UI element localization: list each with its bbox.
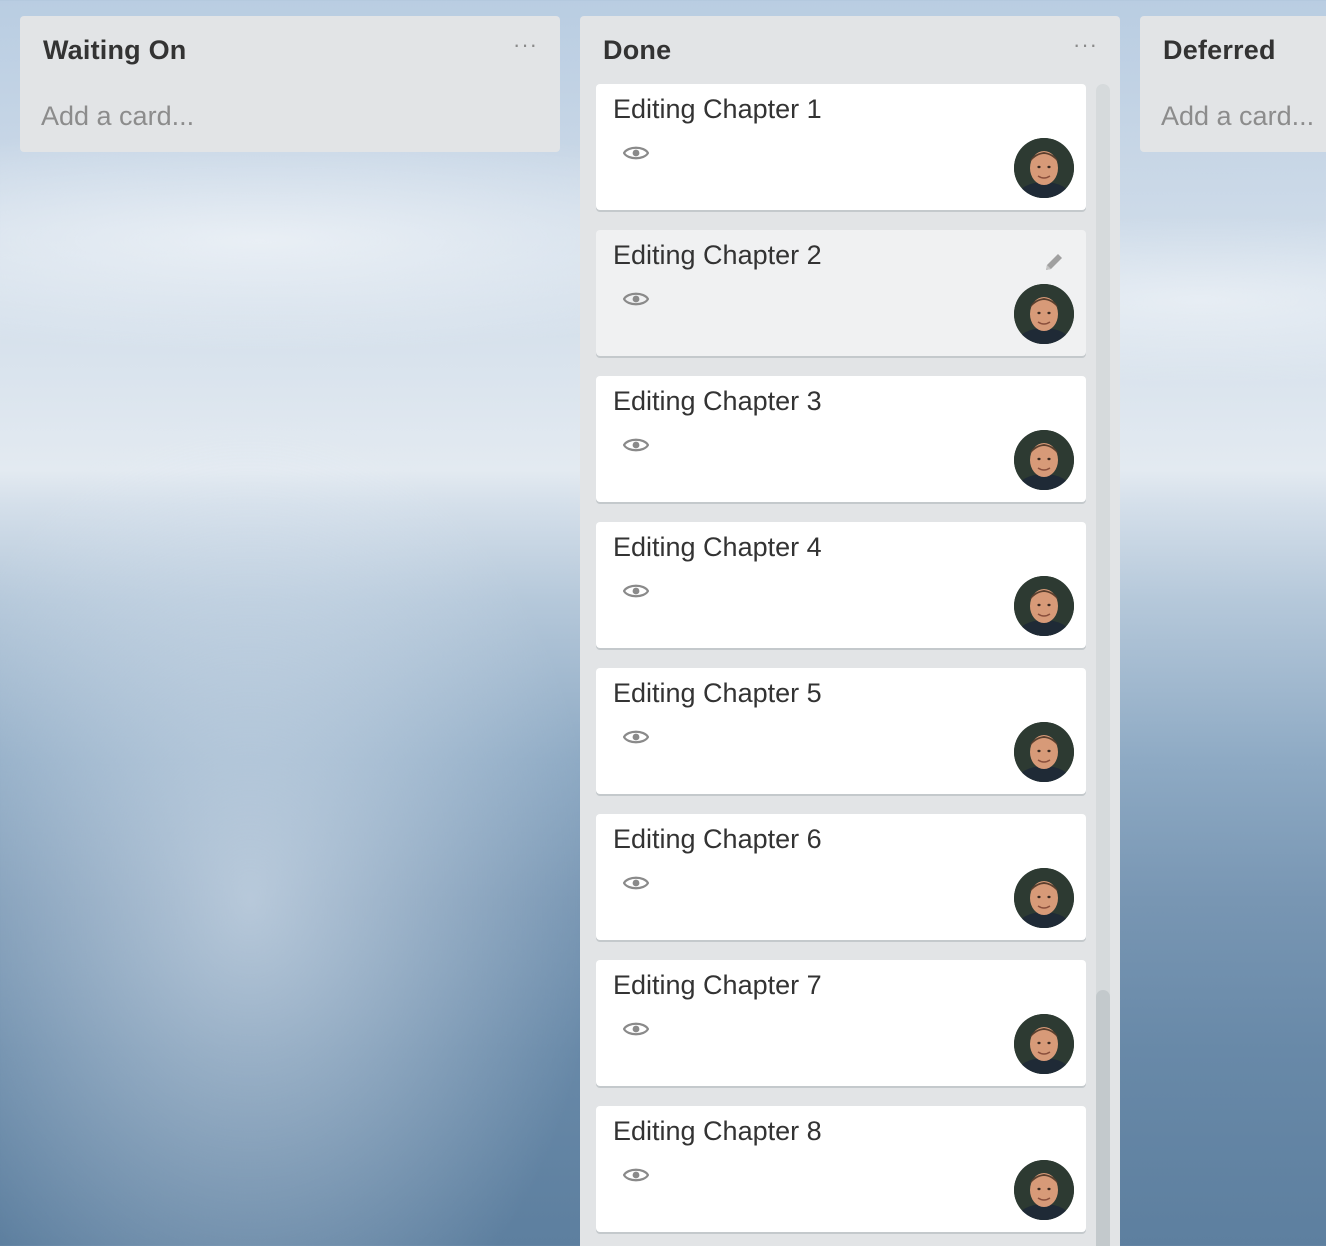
list-title[interactable]: Done: [603, 35, 671, 65]
card-title: Editing Chapter 2: [613, 240, 822, 270]
card[interactable]: Editing Chapter 4: [596, 522, 1086, 648]
eye-icon: [623, 292, 649, 306]
avatar[interactable]: [1014, 430, 1074, 490]
card-list: Editing Chapter 1 Editing Chapter 2 Edit…: [596, 84, 1086, 1246]
list-header: Done ···: [580, 16, 1120, 84]
card-title: Editing Chapter 4: [613, 532, 822, 562]
board-canvas: { "lists": { "waiting": { "title": "Wait…: [0, 0, 1326, 1246]
avatar[interactable]: [1014, 576, 1074, 636]
list-deferred: Deferred Add a card...: [1140, 16, 1326, 152]
card[interactable]: Editing Chapter 3: [596, 376, 1086, 502]
eye-icon: [623, 584, 649, 598]
card[interactable]: Editing Chapter 1: [596, 84, 1086, 210]
card[interactable]: Editing Chapter 7: [596, 960, 1086, 1086]
eye-icon: [623, 146, 649, 160]
avatar[interactable]: [1014, 284, 1074, 344]
card-title: Editing Chapter 8: [613, 1116, 822, 1146]
ellipsis-icon[interactable]: ···: [1073, 34, 1098, 56]
add-card-button[interactable]: Add a card...: [1140, 84, 1326, 152]
avatar[interactable]: [1014, 138, 1074, 198]
avatar[interactable]: [1014, 1014, 1074, 1074]
card[interactable]: Editing Chapter 2: [596, 230, 1086, 356]
card-title: Editing Chapter 6: [613, 824, 822, 854]
card-title: Editing Chapter 5: [613, 678, 822, 708]
card[interactable]: Editing Chapter 5: [596, 668, 1086, 794]
eye-icon: [623, 730, 649, 744]
ellipsis-icon[interactable]: ···: [513, 34, 538, 56]
avatar[interactable]: [1014, 722, 1074, 782]
card[interactable]: Editing Chapter 8: [596, 1106, 1086, 1232]
scrollbar-track[interactable]: [1096, 84, 1110, 1246]
card-title: Editing Chapter 3: [613, 386, 822, 416]
card[interactable]: Editing Chapter 6: [596, 814, 1086, 940]
eye-icon: [623, 876, 649, 890]
list-header: Deferred: [1140, 16, 1326, 84]
list-title[interactable]: Waiting On: [43, 35, 186, 65]
pencil-icon[interactable]: [1042, 250, 1066, 274]
card-title: Editing Chapter 7: [613, 970, 822, 1000]
card-title: Editing Chapter 1: [613, 94, 822, 124]
eye-icon: [623, 1022, 649, 1036]
list-header: Waiting On ···: [20, 16, 560, 84]
avatar[interactable]: [1014, 1160, 1074, 1220]
eye-icon: [623, 1168, 649, 1182]
list-done: Done ··· Editing Chapter 1 Editing Chapt…: [580, 16, 1120, 1246]
scrollbar-thumb[interactable]: [1096, 990, 1110, 1246]
list-title[interactable]: Deferred: [1163, 35, 1276, 65]
eye-icon: [623, 438, 649, 452]
add-card-button[interactable]: Add a card...: [20, 84, 560, 152]
avatar[interactable]: [1014, 868, 1074, 928]
list-waiting-on: Waiting On ··· Add a card...: [20, 16, 560, 152]
